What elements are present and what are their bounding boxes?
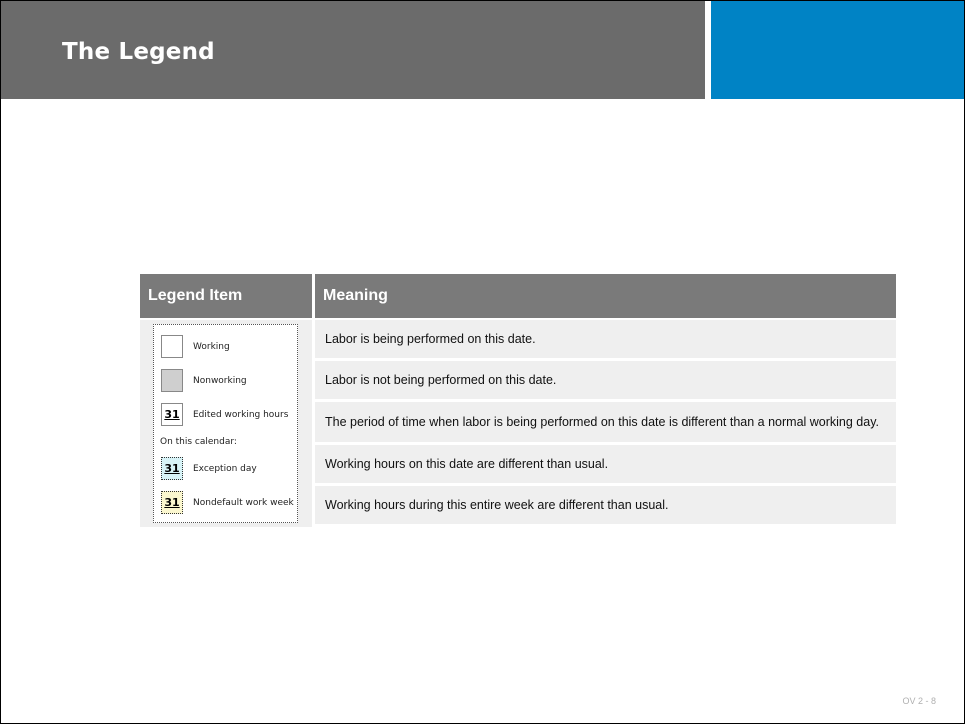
legend-label-working: Working xyxy=(193,341,230,352)
nonworking-swatch-icon xyxy=(161,369,183,392)
header-legend-item: Legend Item xyxy=(140,274,315,320)
meaning-nondefault: Working hours during this entire week ar… xyxy=(315,485,896,527)
legend-label-nondefault: Nondefault work week xyxy=(193,497,294,508)
exception-day-number: 31 xyxy=(164,462,180,475)
slide-title: The Legend xyxy=(62,39,215,65)
working-swatch-icon xyxy=(161,335,183,358)
legend-row-exception: 31 Exception day xyxy=(161,457,257,480)
legend-image-cell: Working Nonworking 31 Edited working hou… xyxy=(140,320,315,527)
accent-bar xyxy=(711,1,964,99)
edited-working-hours-icon: 31 xyxy=(161,403,183,426)
legend-row-edited: 31 Edited working hours xyxy=(161,403,288,426)
legend-label-edited: Edited working hours xyxy=(193,409,289,420)
meaning-nonworking: Labor is not being performed on this dat… xyxy=(315,360,896,402)
legend-row-nonworking: Nonworking xyxy=(161,369,247,392)
legend-table: Legend Item Meaning Working Nonworking 3… xyxy=(140,274,896,527)
legend-label-nonworking: Nonworking xyxy=(193,375,247,386)
nondefault-work-week-icon: 31 xyxy=(161,491,183,514)
page-number: OV 2 - 8 xyxy=(902,696,936,706)
slide: The Legend Legend Item Meaning Working N… xyxy=(0,0,965,724)
meaning-edited: The period of time when labor is being p… xyxy=(315,401,896,445)
title-bar: The Legend xyxy=(1,1,705,99)
nondefault-day-number: 31 xyxy=(164,496,180,509)
meaning-exception: Working hours on this date are different… xyxy=(315,445,896,486)
header-meaning: Meaning xyxy=(315,274,896,320)
calendar-legend-box: Working Nonworking 31 Edited working hou… xyxy=(153,324,298,523)
on-this-calendar-label: On this calendar: xyxy=(160,437,237,447)
exception-day-icon: 31 xyxy=(161,457,183,480)
legend-row-nondefault: 31 Nondefault work week xyxy=(161,491,294,514)
legend-row-working: Working xyxy=(161,335,230,358)
legend-label-exception: Exception day xyxy=(193,463,257,474)
edited-day-number: 31 xyxy=(164,408,180,421)
meaning-working: Labor is being performed on this date. xyxy=(315,320,896,361)
